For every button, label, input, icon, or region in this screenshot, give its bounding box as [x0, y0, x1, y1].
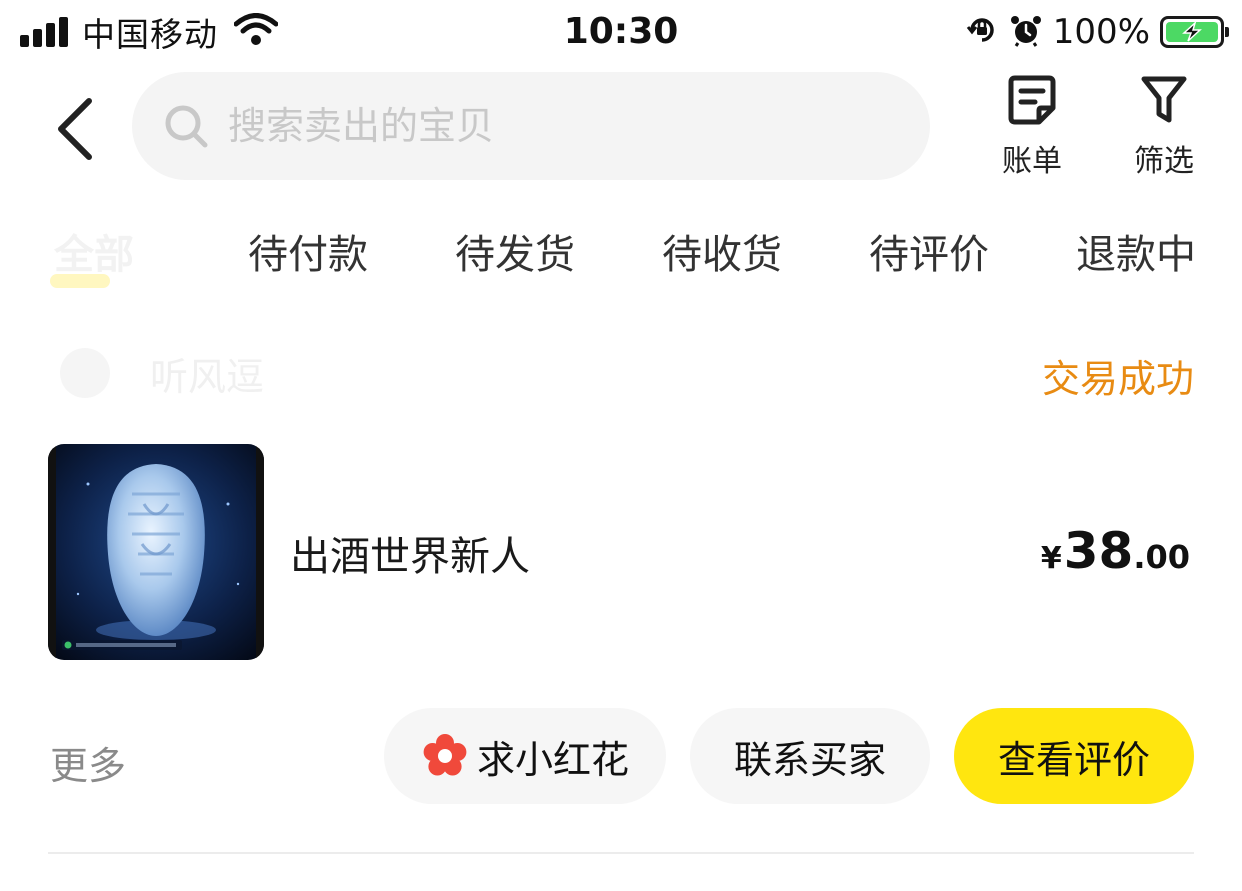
back-button[interactable] [40, 84, 110, 174]
view-review-label: 查看评价 [997, 737, 1150, 782]
filter-label: 筛选 [1134, 144, 1194, 179]
order-tabs: 全部 待付款 待发货 待收货 待评价 退款中 [0, 208, 1242, 298]
sold-items-screen: 中国移动 10:30 100% 搜索卖出的宝贝 账单 筛选 全部 待付款 待发货… [0, 0, 1242, 891]
product-title[interactable]: 出酒世界新人 [290, 524, 530, 582]
status-bar-right: 100% [965, 8, 1229, 56]
carrier-name: 中国移动 [82, 15, 218, 54]
tab-all[interactable]: 全部 [54, 222, 134, 280]
contact-buyer-label: 联系买家 [733, 737, 886, 782]
filter-icon [1141, 76, 1187, 123]
tab-pending-payment[interactable]: 待付款 [248, 222, 368, 280]
product-thumbnail[interactable] [48, 444, 264, 660]
request-flower-label: 求小红花 [476, 737, 629, 782]
tab-pending-receipt[interactable]: 待收货 [662, 222, 782, 280]
alarm-icon [1009, 13, 1043, 51]
tab-pending-review[interactable]: 待评价 [869, 222, 989, 280]
bill-button[interactable]: 账单 [982, 74, 1082, 186]
signal-icon [20, 17, 68, 47]
card-divider [48, 852, 1194, 854]
price-decimal: .00 [1133, 538, 1190, 576]
chevron-left-icon [58, 98, 92, 160]
contact-buyer-button[interactable]: 联系买家 [690, 708, 930, 804]
search-bar[interactable] [132, 72, 930, 180]
status-bar-left: 中国移动 [20, 8, 279, 56]
battery-fill [1166, 22, 1218, 42]
shop-name: 听风逗 [150, 355, 265, 399]
request-flower-button[interactable]: 求小红花 [384, 708, 666, 804]
bill-icon [1008, 75, 1056, 125]
price-integer: 38 [1063, 522, 1134, 580]
search-icon [165, 105, 208, 148]
bill-label: 账单 [1002, 144, 1062, 179]
product-price: ¥ 38 .00 [1041, 522, 1190, 580]
order-status: 交易成功 [1041, 357, 1194, 401]
battery-charging-icon [1160, 16, 1229, 48]
wifi-icon [233, 13, 279, 51]
filter-button[interactable]: 筛选 [1114, 74, 1214, 186]
price-currency: ¥ [1040, 541, 1062, 576]
tab-refunding[interactable]: 退款中 [1076, 222, 1196, 280]
tab-pending-shipment[interactable]: 待发货 [455, 222, 575, 280]
battery-percent: 100% [1052, 12, 1150, 52]
shop-avatar [60, 348, 110, 398]
flower-icon [423, 734, 467, 776]
more-link[interactable]: 更多 [50, 735, 126, 790]
header: 账单 筛选 [0, 64, 1242, 194]
status-bar: 中国移动 10:30 100% [0, 0, 1242, 64]
shop-row[interactable]: 听风逗 交易成功 [50, 340, 1194, 404]
rotation-lock-icon [965, 13, 999, 51]
search-input[interactable] [228, 104, 868, 148]
view-review-button[interactable]: 查看评价 [954, 708, 1194, 804]
